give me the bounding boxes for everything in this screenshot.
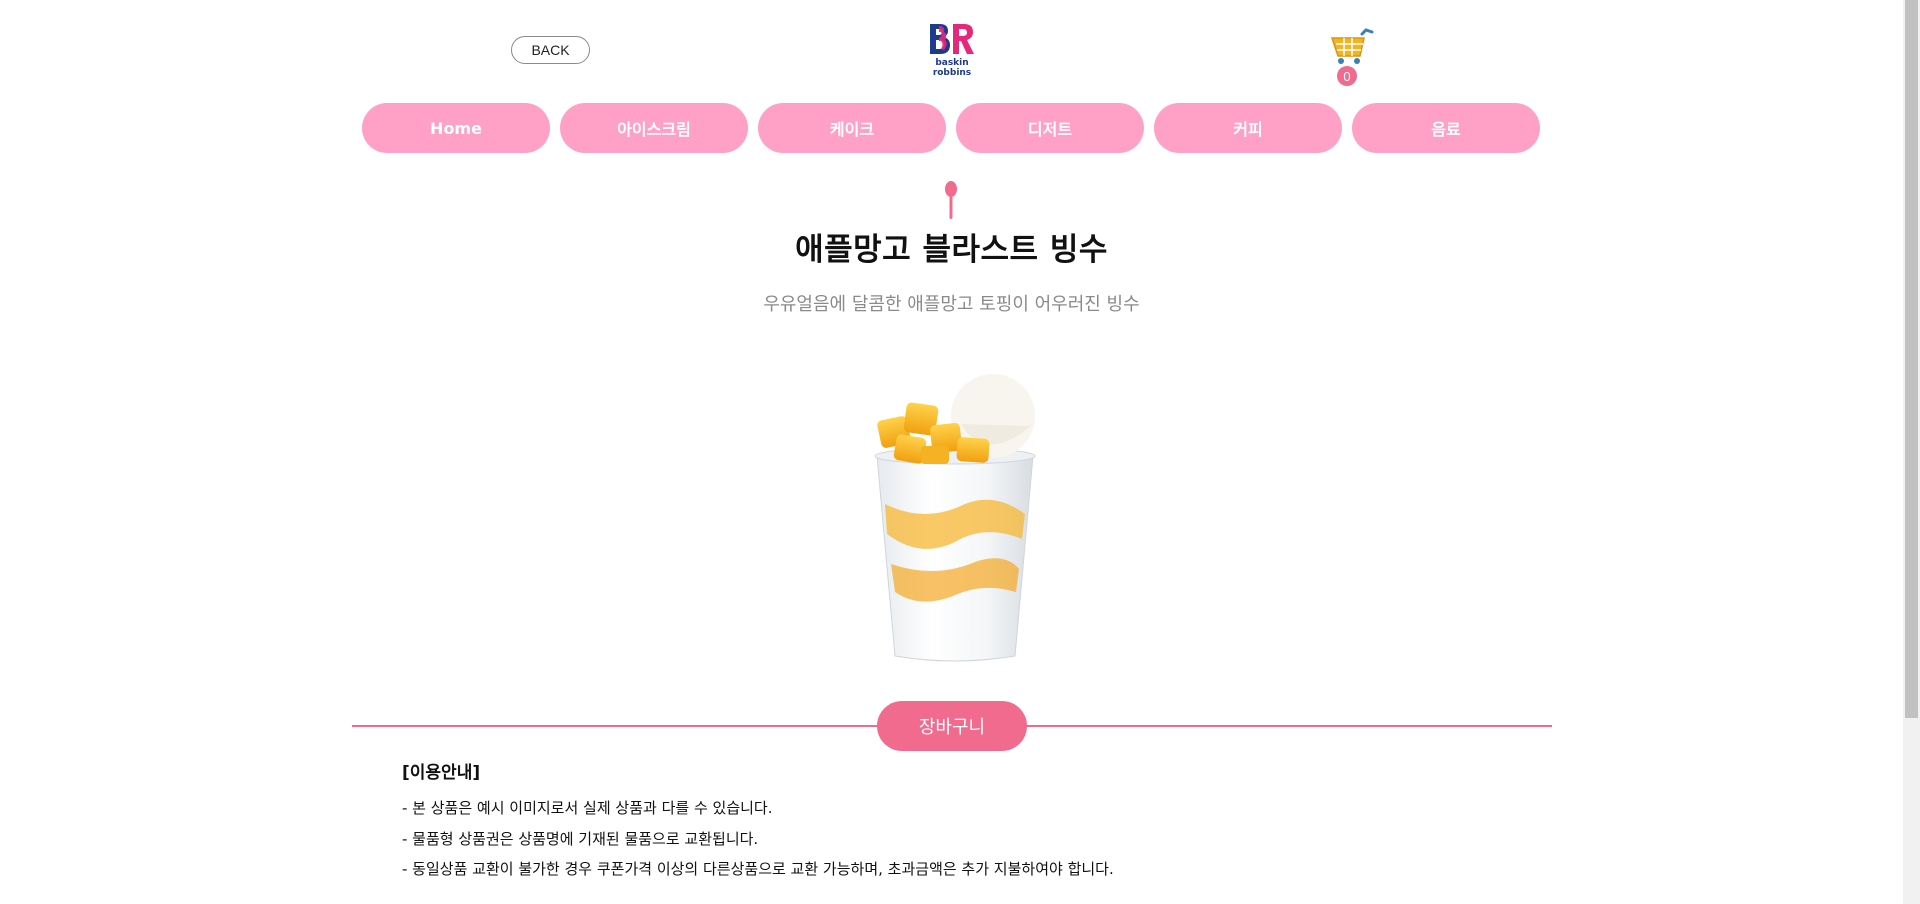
notice-line: - 동일상품 교환이 불가한 경우 쿠폰가격 이상의 다른상품으로 교환 가능하… xyxy=(402,860,1114,878)
mango-bingsu-cup-image xyxy=(865,364,1045,668)
nav-item-icecream[interactable]: 아이스크림 xyxy=(560,103,748,153)
cart-icon-graphic xyxy=(1330,28,1374,64)
usage-notice: [이용안내] - 본 상품은 예시 이미지로서 실제 상품과 다를 수 있습니다… xyxy=(402,758,1502,885)
nav-item-cake[interactable]: 케이크 xyxy=(758,103,946,153)
scrollbar-thumb[interactable] xyxy=(1905,0,1918,718)
notice-title: [이용안내] xyxy=(402,763,481,783)
notice-line: - 물품형 상품권은 상품명에 기재된 물품으로 교환됩니다. xyxy=(402,829,759,848)
nav-item-home[interactable]: Home xyxy=(362,103,550,153)
back-button[interactable]: BACK xyxy=(511,36,590,64)
spoon-icon xyxy=(944,181,958,221)
notice-line: - 본 상품은 예시 이미지로서 실제 상품과 다를 수 있습니다. xyxy=(402,799,773,817)
nav-item-coffee[interactable]: 커피 xyxy=(1154,103,1342,153)
svg-text:robbins: robbins xyxy=(933,68,971,78)
main-nav: Home 아이스크림 케이크 디저트 커피 음료 xyxy=(362,103,1540,153)
page: BACK baskin robbins 0 Home 아이스크림 케이크 디저트… xyxy=(0,0,1920,904)
logo-icon: baskin robbins xyxy=(930,24,974,78)
product-title: 애플망고 블라스트 빙수 xyxy=(795,232,1108,268)
add-to-cart-button[interactable]: 장바구니 xyxy=(877,701,1027,751)
svg-text:baskin: baskin xyxy=(935,58,968,68)
nav-item-dessert[interactable]: 디저트 xyxy=(956,103,1144,153)
baskin-robbins-logo[interactable]: baskin robbins xyxy=(926,22,978,80)
product-description: 우유얼음에 달콤한 애플망고 토핑이 어우러진 빙수 xyxy=(763,294,1140,315)
nav-item-beverage[interactable]: 음료 xyxy=(1352,103,1540,153)
cart-count-badge: 0 xyxy=(1337,66,1357,86)
